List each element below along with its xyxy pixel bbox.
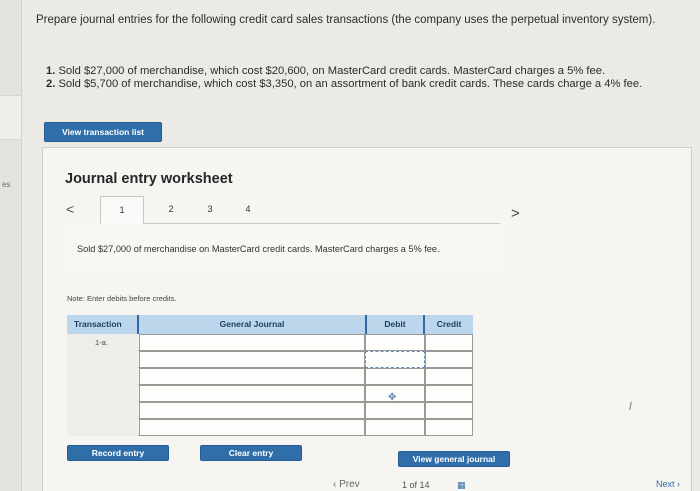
account-input[interactable]	[139, 334, 365, 351]
debit-input[interactable]	[365, 351, 425, 368]
tab-2[interactable]: 2	[156, 196, 186, 224]
question-item-1: 1. Sold $27,000 of merchandise, which co…	[46, 65, 606, 77]
sidebar-edge-label: es	[2, 180, 11, 189]
view-general-journal-button[interactable]: View general journal	[398, 451, 510, 467]
worksheet-title: Journal entry worksheet	[65, 171, 233, 187]
transaction-cell	[67, 419, 138, 436]
header-transaction: Transaction	[67, 315, 137, 334]
transaction-cell	[67, 368, 138, 385]
chevron-right-icon: ›	[674, 479, 681, 489]
transaction-cell	[67, 385, 138, 402]
table-row	[67, 402, 473, 419]
entry-note: Note: Enter debits before credits.	[67, 294, 177, 303]
prev-button[interactable]: ‹ Prev	[333, 479, 360, 490]
question-item-2: 2. Sold $5,700 of merchandise, which cos…	[46, 78, 643, 90]
credit-input[interactable]	[425, 334, 473, 351]
debit-input[interactable]	[365, 419, 425, 436]
credit-input[interactable]	[425, 351, 473, 368]
table-row	[67, 351, 473, 368]
question-prompt: Prepare journal entries for the followin…	[36, 14, 656, 26]
worksheet-tab-strip: 1 2 3 4	[100, 196, 500, 224]
transaction-cell	[67, 402, 138, 419]
next-button[interactable]: Next ›	[656, 479, 680, 489]
chevron-left-icon[interactable]: <	[66, 201, 74, 217]
table-row	[67, 419, 473, 436]
table-row	[67, 385, 473, 402]
transaction-description: Sold $27,000 of merchandise on MasterCar…	[77, 244, 440, 254]
question-items: 1. Sold $27,000 of merchandise, which co…	[46, 65, 696, 91]
header-general-journal: General Journal	[139, 315, 365, 334]
sidebar-tab[interactable]	[0, 95, 22, 140]
tab-1[interactable]: 1	[100, 196, 144, 224]
page-count: 1 of 14	[402, 480, 430, 490]
debit-input[interactable]	[365, 402, 425, 419]
credit-input[interactable]	[425, 385, 473, 402]
clear-entry-button[interactable]: Clear entry	[200, 445, 302, 461]
journal-table-header: Transaction General Journal Debit Credit	[67, 315, 473, 334]
credit-input[interactable]	[425, 419, 473, 436]
account-input[interactable]	[139, 351, 365, 368]
transaction-cell	[67, 351, 138, 368]
move-arrows-icon[interactable]: ✥	[388, 392, 396, 403]
account-input[interactable]	[139, 368, 365, 385]
tab-4[interactable]: 4	[233, 196, 263, 224]
account-input[interactable]	[139, 385, 365, 402]
view-transaction-list-button[interactable]: View transaction list	[44, 122, 162, 142]
record-entry-button[interactable]: Record entry	[67, 445, 169, 461]
tab-3[interactable]: 3	[195, 196, 225, 224]
chevron-right-icon[interactable]: >	[511, 205, 520, 222]
header-credit: Credit	[425, 315, 473, 334]
next-label: Next	[656, 479, 675, 489]
left-sidebar-strip: es	[0, 0, 22, 491]
transaction-cell: 1-a.	[67, 334, 138, 351]
prev-label: Prev	[339, 479, 360, 490]
debit-input[interactable]	[365, 334, 425, 351]
header-debit: Debit	[367, 315, 423, 334]
table-row	[67, 368, 473, 385]
debit-input[interactable]	[365, 368, 425, 385]
grid-icon[interactable]: ▦	[457, 480, 466, 491]
account-input[interactable]	[139, 419, 365, 436]
table-row: 1-a.	[67, 334, 473, 351]
credit-input[interactable]	[425, 368, 473, 385]
account-input[interactable]	[139, 402, 365, 419]
credit-input[interactable]	[425, 402, 473, 419]
